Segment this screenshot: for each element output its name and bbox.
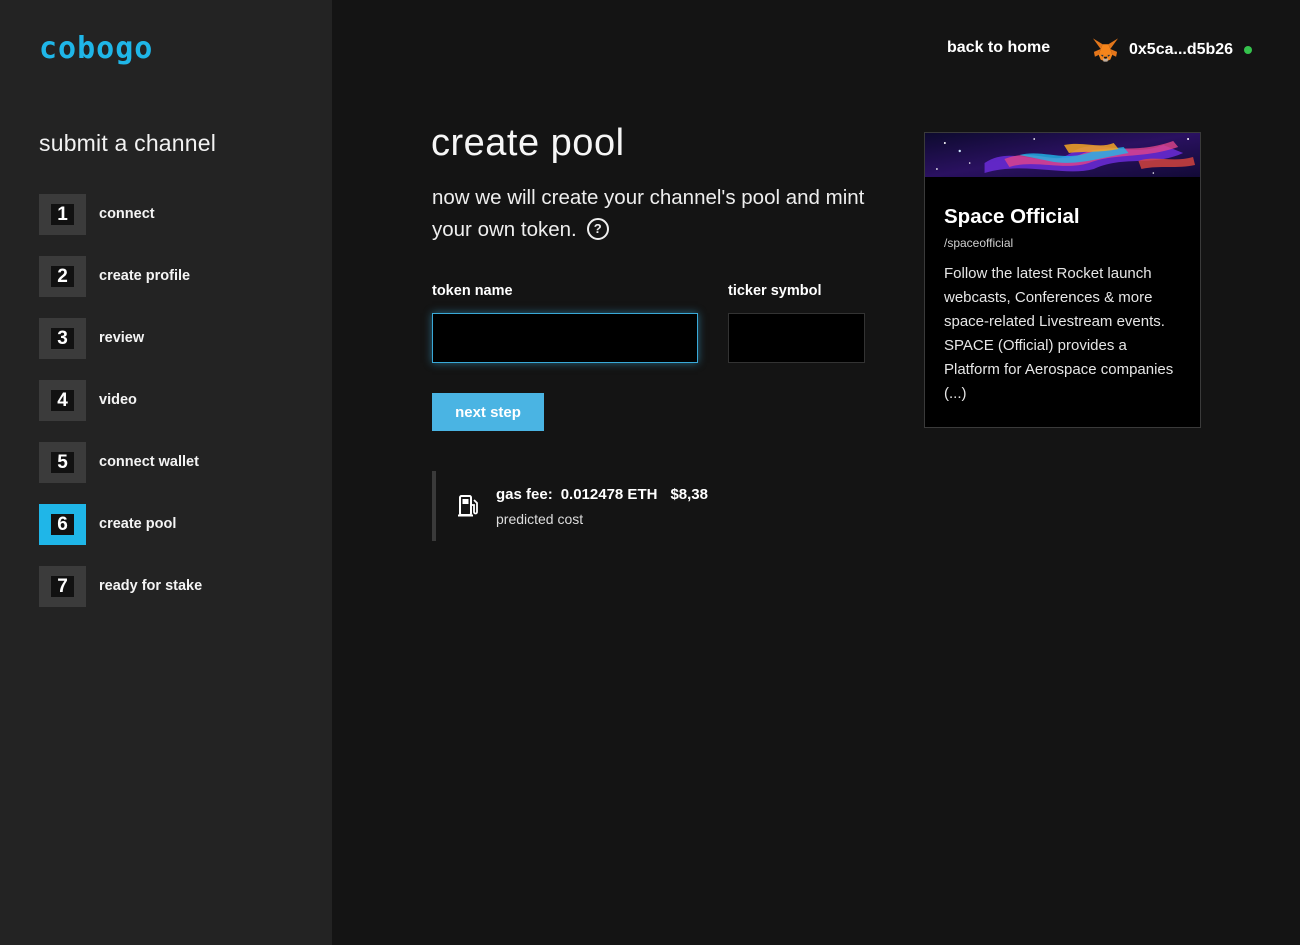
step-label: video (99, 392, 137, 408)
step-number-badge: 5 (39, 441, 86, 483)
gas-fee-panel: gas fee: 0.012478 ETH $8,38 predicted cost (432, 471, 776, 541)
step-create-profile[interactable]: 2 create profile (39, 255, 202, 297)
page-title: create pool (431, 122, 625, 164)
step-number-badge: 6 (39, 503, 86, 545)
cobogo-logo[interactable]: cobogo (39, 34, 153, 64)
gas-pump-icon (458, 495, 478, 517)
help-icon[interactable]: ? (586, 217, 609, 240)
wallet-address: 0x5ca...d5b26 (1129, 41, 1234, 58)
gas-fee-usd: $8,38 (670, 486, 708, 503)
connection-status-dot (1244, 46, 1253, 54)
step-connect-wallet[interactable]: 5 connect wallet (39, 441, 202, 483)
sidebar: cobogo submit a channel 1 connect 2 crea… (0, 0, 332, 945)
channel-banner-image (925, 133, 1200, 177)
step-connect[interactable]: 1 connect (39, 193, 202, 235)
step-number-badge: 7 (39, 565, 86, 607)
step-number-badge: 1 (39, 193, 86, 235)
step-label: create profile (99, 268, 191, 284)
step-number-badge: 2 (39, 255, 86, 297)
description-text: now we will create your channel's pool a… (432, 186, 865, 241)
metamask-fox-icon (1092, 38, 1119, 62)
ticker-symbol-label: ticker symbol (728, 283, 822, 299)
next-step-button[interactable]: next step (432, 393, 544, 431)
page-description: now we will create your channel's pool a… (432, 182, 882, 246)
channel-title: Space Official (944, 205, 1080, 228)
channel-description: Follow the latest Rocket launch webcasts… (944, 265, 1174, 402)
sidebar-title: submit a channel (39, 130, 217, 156)
back-to-home-link[interactable]: back to home (947, 39, 1050, 57)
gas-fee-eth: 0.012478 ETH (560, 486, 658, 503)
step-ready-for-stake[interactable]: 7 ready for stake (39, 565, 202, 607)
step-review[interactable]: 3 review (39, 317, 202, 359)
wallet-button[interactable]: 0x5ca...d5b26 (1092, 36, 1253, 64)
gas-fee-line: gas fee: 0.012478 ETH $8,38 (496, 486, 708, 503)
channel-handle: /spaceofficial (944, 236, 1014, 250)
step-number-badge: 3 (39, 317, 86, 359)
step-label: review (99, 330, 145, 346)
step-create-pool[interactable]: 6 create pool (39, 503, 202, 545)
gas-fee-label: gas fee: (496, 486, 553, 503)
step-label: create pool (99, 516, 177, 532)
channel-preview-card: Space Official /spaceofficial Follow the… (924, 132, 1201, 428)
token-name-input[interactable] (432, 313, 698, 363)
step-label: ready for stake (99, 578, 203, 594)
step-label: connect (99, 206, 155, 222)
steps-list: 1 connect 2 create profile 3 review 4 vi… (39, 193, 202, 627)
gas-fee-note: predicted cost (496, 511, 584, 527)
step-label: connect wallet (99, 454, 199, 470)
token-name-label: token name (432, 283, 513, 299)
ticker-symbol-input[interactable] (728, 313, 865, 363)
step-number-badge: 4 (39, 379, 86, 421)
step-video[interactable]: 4 video (39, 379, 202, 421)
